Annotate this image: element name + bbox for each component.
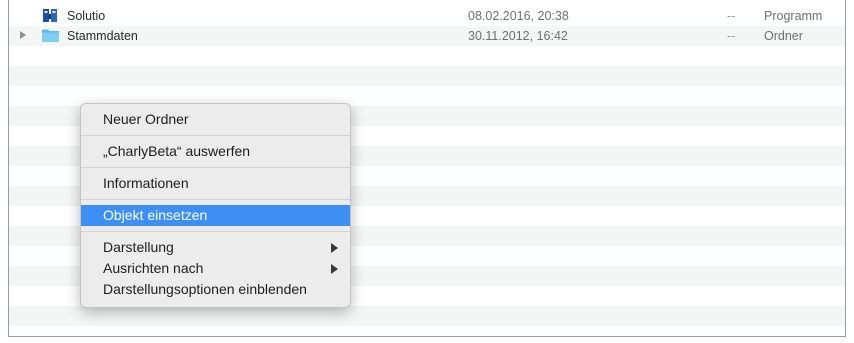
submenu-arrow-icon [331, 264, 338, 274]
file-size: -- [727, 9, 736, 23]
menu-separator [81, 167, 350, 168]
menu-item-label: Darstellung [103, 239, 174, 255]
file-kind: Programm [764, 9, 823, 23]
menu-item-arrange-by[interactable]: Ausrichten nach [81, 258, 350, 279]
empty-row [9, 306, 845, 326]
file-row-stammdaten[interactable]: Stammdaten 30.11.2012, 16:42 -- Ordner [9, 26, 845, 46]
file-date: 08.02.2016, 20:38 [468, 9, 569, 23]
empty-row [9, 46, 845, 66]
empty-row [9, 66, 845, 86]
disclosure-triangle-icon[interactable] [20, 31, 26, 39]
menu-item-eject[interactable]: „CharlyBeta“ auswerfen [81, 141, 350, 162]
file-date: 30.11.2012, 16:42 [468, 29, 568, 43]
file-size: -- [727, 29, 736, 43]
menu-separator [81, 231, 350, 232]
file-kind: Ordner [764, 29, 803, 43]
file-name: Solutio [67, 9, 106, 23]
menu-item-new-folder[interactable]: Neuer Ordner [81, 109, 350, 130]
folder-icon [41, 28, 60, 43]
file-name: Stammdaten [67, 29, 138, 43]
menu-item-paste[interactable]: Objekt einsetzen [81, 205, 350, 226]
file-row-solutio[interactable]: Solutio 08.02.2016, 20:38 -- Programm [9, 6, 845, 26]
context-menu: Neuer Ordner „CharlyBeta“ auswerfen Info… [80, 103, 351, 308]
menu-item-info[interactable]: Informationen [81, 173, 350, 194]
menu-separator [81, 135, 350, 136]
empty-row [9, 326, 845, 336]
menu-item-view[interactable]: Darstellung [81, 237, 350, 258]
menu-separator [81, 199, 350, 200]
menu-item-label: Ausrichten nach [103, 260, 204, 276]
menu-item-show-view-options[interactable]: Darstellungsoptionen einblenden [81, 279, 350, 300]
submenu-arrow-icon [331, 243, 338, 253]
app-icon [41, 8, 60, 23]
